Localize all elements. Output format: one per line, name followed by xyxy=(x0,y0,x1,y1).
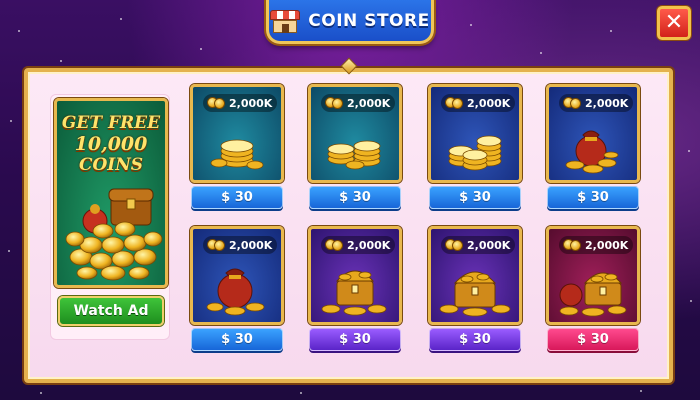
coin-amount: 2,000K xyxy=(347,238,391,252)
buy-button-5[interactable]: $ 30 xyxy=(191,328,283,351)
coin-amount: 2,000K xyxy=(467,96,511,110)
store-item-1[interactable]: 2,000K xyxy=(190,84,284,183)
store-item-2[interactable]: 2,000K xyxy=(308,84,402,183)
coin-amount-badge: 2,000K xyxy=(559,94,633,112)
coin-amount-badge: 2,000K xyxy=(441,94,515,112)
treasure-chest-icon xyxy=(65,188,163,281)
coin-amount: 2,000K xyxy=(585,238,629,252)
treasure-chest-icon xyxy=(439,271,511,317)
promo-line1: GET FREE xyxy=(61,113,161,133)
coin-sack-icon xyxy=(565,130,619,174)
ornament-icon xyxy=(332,57,366,76)
store-header: COIN STORE xyxy=(266,0,434,44)
coin-amount-badge: 2,000K xyxy=(321,94,395,112)
store-icon xyxy=(270,8,301,34)
coin-amount: 2,000K xyxy=(467,238,511,252)
coins-icon xyxy=(445,239,463,251)
buy-button-2[interactable]: $ 30 xyxy=(309,186,401,209)
watch-ad-button[interactable]: Watch Ad xyxy=(58,296,164,326)
coin-stack-icon xyxy=(210,139,264,170)
coins-icon xyxy=(445,97,463,109)
coins-icon xyxy=(207,239,225,251)
coins-icon xyxy=(207,97,225,109)
coin-amount: 2,000K xyxy=(229,96,273,110)
free-coins-card: GET FREE 10,000 COINS xyxy=(54,98,168,288)
coin-pile-icon xyxy=(327,140,381,170)
treasure-chest-sack-icon xyxy=(559,272,627,317)
coins-icon xyxy=(325,239,343,251)
coin-amount: 2,000K xyxy=(585,96,629,110)
buy-button-6[interactable]: $ 30 xyxy=(309,328,401,351)
store-item-7[interactable]: 2,000K xyxy=(428,226,522,325)
coin-amount-badge: 2,000K xyxy=(203,236,277,254)
coin-amount-badge: 2,000K xyxy=(203,94,277,112)
store-item-8[interactable]: 2,000K xyxy=(546,226,640,325)
coin-sack-icon xyxy=(206,268,265,316)
coins-icon xyxy=(563,97,581,109)
store-item-6[interactable]: 2,000K xyxy=(308,226,402,325)
coins-icon xyxy=(563,239,581,251)
buy-button-1[interactable]: $ 30 xyxy=(191,186,283,209)
buy-button-4[interactable]: $ 30 xyxy=(547,186,639,209)
coin-amount: 2,000K xyxy=(229,238,273,252)
promo-text: GET FREE 10,000 COINS xyxy=(57,113,165,176)
buy-button-3[interactable]: $ 30 xyxy=(429,186,521,209)
coins-icon xyxy=(325,97,343,109)
store-item-3[interactable]: 2,000K xyxy=(428,84,522,183)
coin-amount: 2,000K xyxy=(347,96,391,110)
coin-tower-icon xyxy=(448,135,502,171)
buy-button-7[interactable]: $ 30 xyxy=(429,328,521,351)
treasure-chest-icon xyxy=(321,270,387,316)
coin-amount-badge: 2,000K xyxy=(321,236,395,254)
store-item-4[interactable]: 2,000K xyxy=(546,84,640,183)
coin-amount-badge: 2,000K xyxy=(441,236,515,254)
promo-amount: 10,000 xyxy=(74,133,148,155)
close-button[interactable]: ✕ xyxy=(657,6,691,40)
buy-button-8[interactable]: $ 30 xyxy=(547,328,639,351)
promo-line3: COINS xyxy=(78,155,144,175)
store-title: COIN STORE xyxy=(308,10,430,31)
coin-amount-badge: 2,000K xyxy=(559,236,633,254)
store-item-5[interactable]: 2,000K xyxy=(190,226,284,325)
